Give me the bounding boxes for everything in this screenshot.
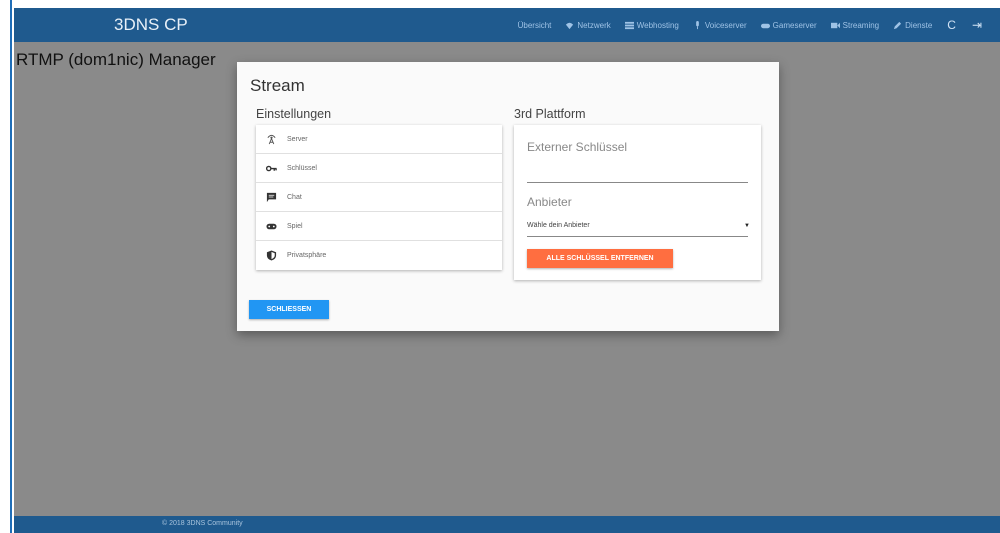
provider-select[interactable]: Wähle dein Anbieter <box>527 222 590 229</box>
nav-item-gameserver[interactable]: Gameserver <box>754 21 824 30</box>
setting-item-privatsphaere[interactable]: Privatsphäre <box>256 241 502 270</box>
chat-icon <box>266 192 277 202</box>
brand-logo[interactable]: 3DNS CP <box>114 8 188 42</box>
caret-down-icon[interactable]: ▼ <box>744 223 750 229</box>
nav-item-webhosting[interactable]: Webhosting <box>618 21 686 30</box>
main-content: RTMP (dom1nic) Manager Stream Einstellun… <box>14 42 1000 516</box>
stream-modal: Stream Einstellungen Server Schlüssel Ch… <box>237 62 779 331</box>
setting-label: Privatsphäre <box>287 252 327 259</box>
wifi-icon <box>566 22 574 29</box>
videocam-icon <box>830 22 840 28</box>
page-title: RTMP (dom1nic) Manager <box>16 50 216 69</box>
microphone-icon <box>696 20 699 29</box>
nav-label: Webhosting <box>636 20 679 30</box>
setting-item-schluessel[interactable]: Schlüssel <box>256 154 502 183</box>
app-frame: 3DNS CP Übersicht Netzwerk Webhosting Vo… <box>0 0 1000 533</box>
platform-title: 3rd Plattform <box>514 107 586 121</box>
remove-all-keys-button[interactable]: ALLE SCHLÜSSEL ENTFERNEN <box>527 249 673 268</box>
settings-list: Server Schlüssel Chat Spiel Privatsphäre <box>256 125 502 270</box>
nav-label: Streaming <box>842 20 880 30</box>
setting-label: Spiel <box>287 222 303 230</box>
refresh-icon[interactable]: C <box>939 18 964 32</box>
nav-menu: Übersicht Netzwerk Webhosting Voiceserve… <box>511 8 990 42</box>
nav-item-netzwerk[interactable]: Netzwerk <box>558 21 617 30</box>
nav-label: Netzwerk <box>577 20 611 30</box>
footer-copyright: © 2018 3DNS Community <box>162 520 243 527</box>
nav-label: Übersicht <box>517 20 552 30</box>
nav-item-streaming[interactable]: Streaming <box>824 21 886 30</box>
gamepad-icon <box>760 23 770 28</box>
nav-label: Gameserver <box>772 20 817 30</box>
logout-icon[interactable]: ⇥ <box>964 18 990 32</box>
pencil-icon <box>894 21 902 29</box>
settings-title: Einstellungen <box>256 107 332 121</box>
shield-icon <box>266 250 277 261</box>
nav-item-dienste[interactable]: Dienste <box>886 21 939 30</box>
setting-item-server[interactable]: Server <box>256 125 502 154</box>
external-key-input[interactable] <box>527 182 748 183</box>
close-button[interactable]: SCHLIESSEN <box>249 300 329 319</box>
gamepad-icon <box>266 223 277 229</box>
external-key-label: Externer Schlüssel <box>527 140 628 154</box>
nav-item-voiceserver[interactable]: Voiceserver <box>686 20 754 30</box>
top-navbar: 3DNS CP Übersicht Netzwerk Webhosting Vo… <box>14 8 1000 42</box>
left-edge-strip <box>0 0 12 533</box>
server-icon <box>624 21 634 29</box>
nav-label: Voiceserver <box>704 20 747 30</box>
setting-label: Schlüssel <box>287 164 317 172</box>
setting-label: Chat <box>287 193 302 201</box>
nav-item-uebersicht[interactable]: Übersicht <box>511 21 559 30</box>
app: 3DNS CP Übersicht Netzwerk Webhosting Vo… <box>14 0 1000 533</box>
footer: © 2018 3DNS Community <box>14 516 1000 533</box>
setting-label: Server <box>287 135 308 143</box>
nav-label: Dienste <box>905 20 933 30</box>
setting-item-chat[interactable]: Chat <box>256 183 502 212</box>
setting-item-spiel[interactable]: Spiel <box>256 212 502 241</box>
provider-label: Anbieter <box>527 195 572 209</box>
provider-select-underline <box>527 236 748 237</box>
key-icon <box>266 165 277 171</box>
antenna-icon <box>267 134 276 144</box>
platform-card: Externer Schlüssel Anbieter Wähle dein A… <box>514 125 761 280</box>
modal-title: Stream <box>250 76 305 95</box>
